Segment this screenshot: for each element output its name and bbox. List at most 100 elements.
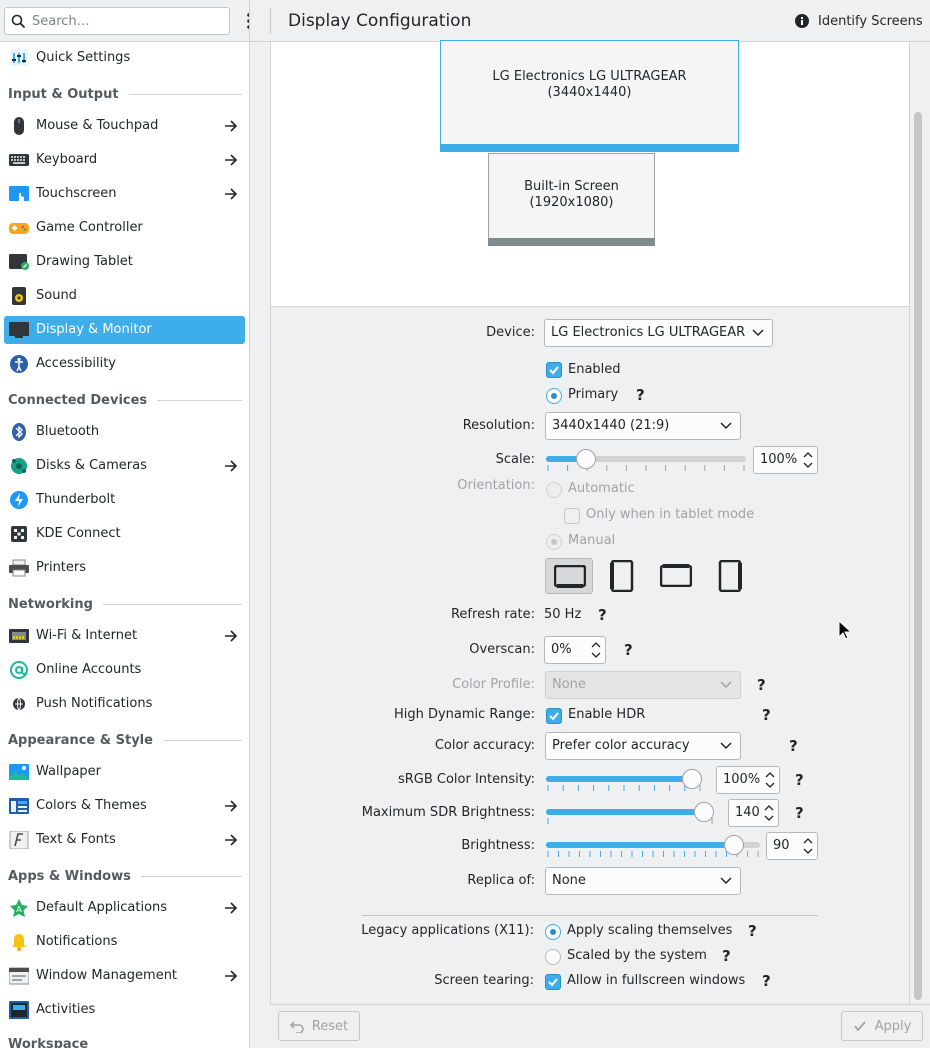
sdr-brightness-slider[interactable] xyxy=(546,802,714,826)
help-icon[interactable]: ? xyxy=(762,706,771,724)
enabled-label: Enabled xyxy=(568,362,621,377)
overscan-value: 0% xyxy=(551,642,572,657)
arrow-right-icon xyxy=(225,970,238,982)
sidebar-item-label: Keyboard xyxy=(36,152,98,167)
sidebar-item-quick-settings[interactable]: Quick Settings xyxy=(4,44,245,72)
help-icon[interactable]: ? xyxy=(598,606,607,624)
scale-slider[interactable] xyxy=(546,449,746,473)
overscan-spinbox[interactable]: 0% xyxy=(544,636,606,664)
sidebar-item-thunderbolt[interactable]: Thunderbolt xyxy=(4,486,245,514)
screen-lg-ultragear[interactable]: LG Electronics LG ULTRAGEAR (3440x1440) xyxy=(440,40,739,152)
enabled-checkbox[interactable] xyxy=(546,362,562,378)
primary-radio[interactable] xyxy=(546,388,562,404)
sidebar-item-default-applications[interactable]: A Default Applications xyxy=(4,894,245,922)
sidebar-item-push-notifications[interactable]: Push Notifications xyxy=(4,690,245,718)
sidebar-item-accessibility[interactable]: Accessibility xyxy=(4,350,245,378)
sidebar-item-text-fonts[interactable]: Text & Fonts xyxy=(4,826,245,854)
sidebar-item-notifications[interactable]: Notifications xyxy=(4,928,245,956)
help-icon[interactable]: ? xyxy=(795,804,804,822)
help-icon[interactable]: ? xyxy=(757,676,766,694)
arrow-right-icon xyxy=(225,630,238,642)
checkmark-icon xyxy=(853,1021,866,1032)
help-icon[interactable]: ? xyxy=(762,972,771,990)
sidebar-item-kde-connect[interactable]: KDE Connect xyxy=(4,520,245,548)
sidebar-item-window-management[interactable]: Window Management xyxy=(4,962,245,990)
tablet-mode-label: Only when in tablet mode xyxy=(586,507,755,522)
sidebar-item-sound[interactable]: Sound xyxy=(4,282,245,310)
brightness-slider[interactable] xyxy=(546,835,760,859)
replica-combobox[interactable]: None xyxy=(545,867,741,895)
resolution-combobox[interactable]: 3440x1440 (21:9) xyxy=(545,412,741,440)
arrow-right-icon xyxy=(225,460,238,472)
device-combobox[interactable]: LG Electronics LG ULTRAGEAR xyxy=(544,319,773,347)
sidebar-item-label: Online Accounts xyxy=(36,662,142,677)
color-profile-combobox[interactable]: None xyxy=(545,671,741,699)
tablet-mode-checkbox[interactable] xyxy=(564,508,580,524)
help-icon[interactable]: ? xyxy=(748,922,757,940)
spin-arrows-icon xyxy=(591,642,601,658)
screen-built-in[interactable]: Built-in Screen (1920x1080) xyxy=(488,153,655,246)
srgb-spinbox[interactable]: 100% xyxy=(716,766,780,794)
sidebar-item-bluetooth[interactable]: Bluetooth xyxy=(4,418,245,446)
slider-handle[interactable] xyxy=(682,769,702,789)
help-icon[interactable]: ? xyxy=(636,386,645,404)
help-icon[interactable]: ? xyxy=(624,641,633,659)
orientation-flipped-button[interactable] xyxy=(652,558,700,594)
slider-handle[interactable] xyxy=(694,802,714,822)
sidebar-item-drawing-tablet[interactable]: Drawing Tablet xyxy=(4,248,245,276)
sidebar-item-printers[interactable]: Printers xyxy=(4,554,245,582)
orientation-landscape-button[interactable] xyxy=(545,558,593,594)
slider-handle[interactable] xyxy=(576,449,596,469)
main-scrollbar[interactable] xyxy=(914,112,922,1000)
sidebar-item-disks-cameras[interactable]: Disks & Cameras xyxy=(4,452,245,480)
sidebar-item-mouse[interactable]: Mouse & Touchpad xyxy=(4,112,245,140)
activities-icon xyxy=(9,1001,29,1019)
checkmark-icon xyxy=(549,366,559,375)
hdr-label: High Dynamic Range: xyxy=(393,707,535,722)
sidebar-item-online-accounts[interactable]: Online Accounts xyxy=(4,656,245,684)
sidebar-item-activities[interactable]: Activities xyxy=(4,996,245,1024)
slider-ticks xyxy=(547,785,701,791)
sidebar-item-keyboard[interactable]: Keyboard xyxy=(4,146,245,174)
sidebar-item-colors-themes[interactable]: Colors & Themes xyxy=(4,792,245,820)
legacy-apply-scaling-radio[interactable] xyxy=(545,924,561,940)
screen-tearing-checkbox[interactable] xyxy=(545,974,561,990)
sidebar-item-touchscreen[interactable]: Touchscreen xyxy=(4,180,245,208)
sidebar-item-wallpaper[interactable]: Wallpaper xyxy=(4,758,245,786)
mouse-icon xyxy=(14,117,24,135)
sidebar-item-wifi-internet[interactable]: Wi-Fi & Internet xyxy=(4,622,245,650)
help-icon[interactable]: ? xyxy=(795,771,804,789)
scale-spinbox[interactable]: 100% xyxy=(753,446,818,474)
sidebar-item-label: Drawing Tablet xyxy=(36,254,133,269)
portrait-icon xyxy=(610,560,634,592)
wallpaper-icon xyxy=(9,764,29,780)
device-value: LG Electronics LG ULTRAGEAR xyxy=(551,325,746,340)
arrow-right-icon xyxy=(225,834,238,846)
search-input[interactable] xyxy=(32,12,222,30)
svg-text:A: A xyxy=(16,905,22,914)
srgb-slider[interactable] xyxy=(546,769,702,793)
sdr-brightness-spinbox[interactable]: 140 xyxy=(728,799,779,827)
orientation-portrait-button[interactable] xyxy=(598,558,646,594)
reset-button[interactable]: Reset xyxy=(278,1011,360,1041)
chevron-down-icon xyxy=(752,329,764,337)
brightness-spinbox[interactable]: 90 xyxy=(766,832,818,860)
menu-kebab-icon[interactable] xyxy=(240,12,250,30)
search-field[interactable] xyxy=(4,7,230,35)
sidebar-item-display-monitor[interactable]: Display & Monitor xyxy=(4,316,245,344)
sidebar-item-label: KDE Connect xyxy=(36,526,121,541)
identify-screens-button[interactable]: Identify Screens xyxy=(794,11,923,31)
sidebar-item-label: Wi-Fi & Internet xyxy=(36,628,138,643)
legacy-scaled-by-system-radio[interactable] xyxy=(545,949,561,965)
color-accuracy-combobox[interactable]: Prefer color accuracy xyxy=(545,732,741,760)
manual-radio[interactable] xyxy=(546,534,562,550)
help-icon[interactable]: ? xyxy=(722,947,731,965)
sidebar-item-game-controller[interactable]: Game Controller xyxy=(4,214,245,242)
automatic-radio[interactable] xyxy=(546,482,562,498)
sidebar-item-label: Printers xyxy=(36,560,87,575)
hdr-checkbox[interactable] xyxy=(546,708,562,724)
help-icon[interactable]: ? xyxy=(789,737,798,755)
disks-icon xyxy=(11,458,27,474)
orientation-portrait-flipped-button[interactable] xyxy=(706,558,754,594)
apply-button[interactable]: Apply xyxy=(841,1011,923,1041)
